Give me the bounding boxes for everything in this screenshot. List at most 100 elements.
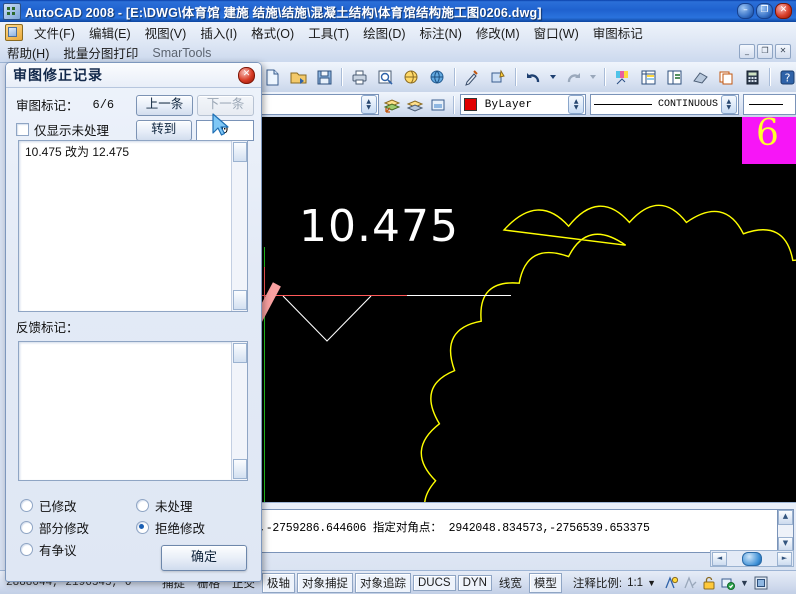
goto-record-input[interactable]: 0 bbox=[195, 120, 254, 141]
lock-toolbars-icon[interactable] bbox=[702, 576, 716, 590]
note-scroll-thumb-bottom[interactable] bbox=[233, 290, 247, 310]
new-file-icon[interactable] bbox=[260, 65, 284, 89]
show-unprocessed-label: 仅显示未处理 bbox=[34, 124, 110, 138]
layer-properties-icon[interactable] bbox=[382, 93, 403, 117]
command-vertical-scrollbar[interactable]: ▲ ▼ bbox=[777, 509, 794, 553]
open-file-icon[interactable] bbox=[286, 65, 310, 89]
menu-review-markup[interactable]: 审图标记 bbox=[586, 21, 650, 44]
dialog-close-icon[interactable]: ✕ bbox=[238, 66, 255, 84]
sheet-set-manager-icon[interactable] bbox=[714, 65, 738, 89]
dialog-title-bar[interactable]: 审图修正记录 ✕ bbox=[6, 63, 261, 88]
help-icon[interactable]: ? bbox=[775, 65, 796, 89]
feedback-scroll-thumb-top[interactable] bbox=[233, 343, 247, 363]
match-properties-icon[interactable] bbox=[460, 65, 484, 89]
color-dropdown-icon[interactable]: ▲ ▼ bbox=[568, 95, 585, 114]
feedback-textarea[interactable] bbox=[18, 341, 248, 481]
render-icon[interactable] bbox=[610, 65, 634, 89]
redo-dropdown-icon[interactable] bbox=[587, 65, 599, 89]
designcenter-icon[interactable] bbox=[662, 65, 686, 89]
doc-restore-button[interactable]: ❐ bbox=[757, 44, 773, 59]
undo-icon[interactable] bbox=[521, 65, 545, 89]
radio-partial-indicator[interactable] bbox=[20, 521, 33, 534]
doc-close-button[interactable]: ✕ bbox=[775, 44, 791, 59]
scroll-thumb[interactable] bbox=[742, 551, 762, 566]
menu-view[interactable]: 视图(V) bbox=[138, 21, 194, 44]
calculator-icon[interactable] bbox=[740, 65, 764, 89]
menu-tools[interactable]: 工具(T) bbox=[301, 21, 356, 44]
radio-option-disputed[interactable]: 有争议 bbox=[20, 540, 136, 559]
publish-icon[interactable] bbox=[399, 65, 423, 89]
scroll-up-icon[interactable]: ▲ bbox=[778, 510, 793, 525]
menu-window[interactable]: 窗口(W) bbox=[527, 21, 586, 44]
clean-screen-icon[interactable] bbox=[754, 576, 768, 590]
revision-tag-badge[interactable]: 6 bbox=[742, 117, 796, 164]
close-button[interactable]: ✕ bbox=[775, 3, 792, 19]
plot-preview-icon[interactable] bbox=[373, 65, 397, 89]
command-history-box[interactable]: ,-2759286.644606 指定对角点： 2942048.834573,-… bbox=[257, 509, 778, 553]
next-record-button[interactable]: 下一条 bbox=[197, 95, 254, 116]
menu-format[interactable]: 格式(O) bbox=[244, 21, 301, 44]
goto-record-button[interactable]: 转到 bbox=[136, 120, 192, 141]
feedback-scroll-thumb-bottom[interactable] bbox=[233, 459, 247, 479]
status-toggle-otrack[interactable]: 对象追踪 bbox=[355, 572, 411, 593]
show-unprocessed-checkbox[interactable] bbox=[16, 123, 29, 136]
layer-combo[interactable]: ▲ ▼ bbox=[259, 94, 379, 115]
properties-palette-icon[interactable] bbox=[636, 65, 660, 89]
status-toggle-model[interactable]: 模型 bbox=[528, 572, 562, 593]
command-horizontal-scrollbar[interactable]: ◄ ► bbox=[710, 550, 794, 567]
radio-rejected-indicator[interactable] bbox=[136, 521, 149, 534]
status-toggle-polar[interactable]: 极轴 bbox=[262, 572, 295, 593]
undo-dropdown-icon[interactable] bbox=[547, 65, 559, 89]
block-editor-icon[interactable] bbox=[486, 65, 510, 89]
restore-button[interactable]: ❐ bbox=[756, 3, 773, 19]
menu-insert[interactable]: 插入(I) bbox=[193, 21, 244, 44]
layer-states-icon[interactable] bbox=[427, 93, 448, 117]
annotation-add-icon[interactable] bbox=[683, 575, 697, 590]
radio-disputed-indicator[interactable] bbox=[20, 543, 33, 556]
status-toggle-lineweight[interactable]: 线宽 bbox=[494, 573, 527, 593]
tray-dropdown-icon[interactable]: ▼ bbox=[740, 578, 749, 588]
comm-center-icon[interactable] bbox=[721, 576, 735, 590]
doc-minimize-button[interactable]: _ bbox=[739, 44, 755, 59]
redo-icon[interactable] bbox=[561, 65, 585, 89]
radio-option-unprocessed[interactable]: 未处理 bbox=[136, 496, 252, 515]
linetype-combo[interactable]: CONTINUOUS ▲ ▼ bbox=[590, 94, 739, 115]
radio-unprocessed-indicator[interactable] bbox=[136, 499, 149, 512]
menu-dimension[interactable]: 标注(N) bbox=[413, 21, 469, 44]
linetype-dropdown-icon[interactable]: ▲ ▼ bbox=[720, 95, 737, 114]
prev-record-button[interactable]: 上一条 bbox=[136, 95, 193, 116]
tool-palettes-icon[interactable] bbox=[688, 65, 712, 89]
save-icon[interactable] bbox=[312, 65, 336, 89]
menu-draw[interactable]: 绘图(D) bbox=[356, 21, 412, 44]
lineweight-combo[interactable] bbox=[742, 94, 796, 115]
menu-help[interactable]: 帮助(H) bbox=[0, 41, 56, 64]
markup-note-textarea[interactable]: 10.475 改为 12.475 bbox=[18, 140, 248, 312]
status-toggle-dyn[interactable]: DYN bbox=[457, 574, 492, 591]
plot-icon[interactable] bbox=[347, 65, 371, 89]
menu-smartools[interactable]: SmarTools bbox=[145, 44, 218, 62]
layer-dropdown-icon[interactable]: ▲ ▼ bbox=[360, 95, 377, 114]
drawing-canvas[interactable]: 10.475 6 bbox=[255, 117, 796, 502]
status-toggle-osnap[interactable]: 对象捕捉 bbox=[297, 572, 353, 593]
annotation-scale-value[interactable]: 1:1 bbox=[627, 577, 643, 589]
status-toggle-ducs[interactable]: DUCS bbox=[413, 574, 456, 591]
ok-button[interactable]: 确定 bbox=[161, 545, 247, 571]
etransmit-icon[interactable] bbox=[425, 65, 449, 89]
layer-previous-icon[interactable] bbox=[404, 93, 425, 117]
minimize-button[interactable]: – bbox=[737, 3, 754, 19]
note-scroll-thumb-top[interactable] bbox=[233, 142, 247, 162]
annotation-scale-dropdown-icon[interactable]: ▼ bbox=[647, 578, 656, 588]
radio-option-rejected[interactable]: 拒绝修改 bbox=[136, 518, 252, 537]
color-combo[interactable]: ByLayer ▲ ▼ bbox=[459, 94, 587, 115]
radio-option-modified[interactable]: 已修改 bbox=[20, 496, 136, 515]
scroll-right-icon[interactable]: ► bbox=[777, 551, 792, 566]
review-correction-dialog[interactable]: 审图修正记录 ✕ 审图标记： 6/6 仅显示未处理 上一条 下一条 转到 0 1… bbox=[5, 62, 262, 582]
menu-batch-plot[interactable]: 批量分图打印 bbox=[56, 41, 145, 64]
feedback-scrollbar[interactable] bbox=[231, 342, 247, 480]
scroll-left-icon[interactable]: ◄ bbox=[712, 551, 727, 566]
radio-option-partial[interactable]: 部分修改 bbox=[20, 518, 136, 537]
note-scrollbar[interactable] bbox=[231, 141, 247, 311]
annotation-visibility-icon[interactable] bbox=[664, 575, 678, 590]
menu-modify[interactable]: 修改(M) bbox=[469, 21, 527, 44]
radio-modified-indicator[interactable] bbox=[20, 499, 33, 512]
